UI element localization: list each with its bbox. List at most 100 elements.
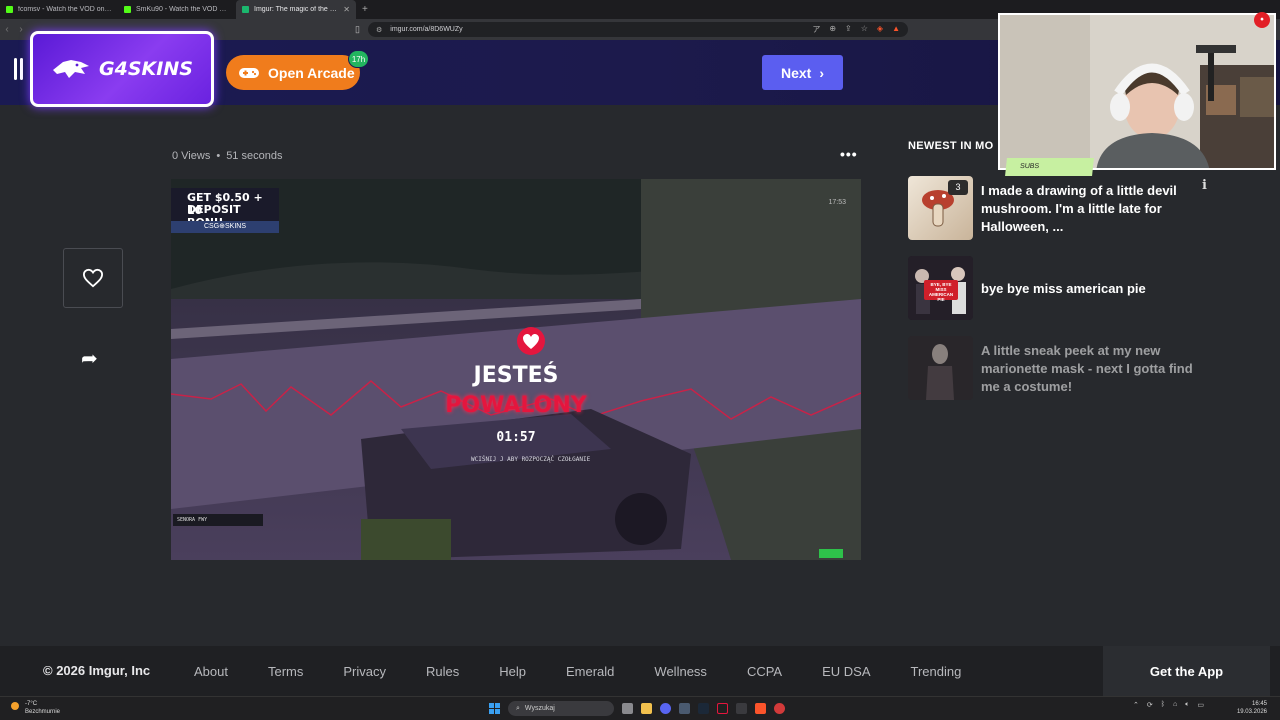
capcut-icon[interactable] (717, 703, 728, 714)
webcam-overlay (998, 13, 1276, 170)
footer-link-wellness[interactable]: Wellness (654, 664, 707, 679)
tab-label: Imgur: The magic of the Internet (254, 6, 338, 13)
bookmark-star-icon[interactable]: ☆ (861, 24, 868, 35)
footer-link-emerald[interactable]: Emerald (566, 664, 614, 679)
sidebar-heading: NEWEST IN MO (908, 140, 994, 152)
sponsor-logo: G4SKINS (30, 31, 214, 107)
search-icon: ⌕ (516, 704, 520, 712)
file-explorer-icon[interactable] (641, 703, 652, 714)
video-corner-time: 17:53 (828, 199, 846, 206)
imgur-logo-icon[interactable] (14, 58, 24, 80)
system-tray: ⌃ ⟳ ᛒ ⌂ 🔈︎ ▭ (1133, 701, 1204, 709)
edge-icon[interactable] (679, 703, 690, 714)
sidebar-post[interactable]: 3 I made a drawing of a little devil mus… (908, 176, 1208, 240)
tab-label: SmKu90 - Watch the VOD on Kick (136, 6, 230, 13)
subs-badge: SUBS (1005, 158, 1094, 176)
brave-rewards-icon[interactable]: ▲ (892, 24, 900, 35)
new-tab-icon[interactable]: + (356, 4, 368, 15)
footer-link-help[interactable]: Help (499, 664, 526, 679)
share-arrow-icon[interactable]: ➦ (81, 346, 98, 371)
steam-icon[interactable] (698, 703, 709, 714)
imgur-favicon-icon (242, 6, 249, 13)
close-tab-icon[interactable]: ✕ (343, 5, 350, 14)
brave-shield-icon[interactable]: ◈ (877, 24, 883, 35)
meta-separator: • (216, 150, 221, 162)
weather-widget[interactable]: -7°C Bezchmurnie (11, 700, 60, 716)
clock-date: 19.03.2026 (1236, 709, 1267, 715)
system-clock[interactable]: 16:45 19.03.2026 (1229, 700, 1267, 716)
taskbar-search[interactable]: ⌕ Wyszukaj (508, 701, 614, 716)
sync-icon[interactable]: ⟳ (1147, 701, 1153, 709)
footer-links: About Terms Privacy Rules Help Emerald W… (194, 664, 1001, 679)
url-field[interactable]: ⚙ imgur.com/a/8D6WUZy ア ⊕ ⇪ ☆ ◈ ▲ (368, 22, 908, 37)
footer-link-privacy[interactable]: Privacy (343, 664, 386, 679)
xbox-icon[interactable] (736, 703, 747, 714)
mask-photo-image (908, 336, 973, 400)
video-street-name: SENORA FWY (173, 514, 263, 526)
share-icon[interactable]: ⇪ (845, 24, 852, 35)
battery-icon[interactable]: ▭ (1197, 701, 1204, 709)
footer-link-trending[interactable]: Trending (911, 664, 962, 679)
footer-link-ccpa[interactable]: CCPA (747, 664, 782, 679)
post-title[interactable]: bye bye miss american pie (981, 256, 1206, 320)
translate-icon[interactable]: ア (812, 24, 820, 35)
footer-link-eu-dsa[interactable]: EU DSA (822, 664, 870, 679)
taskbar-apps: ⌕ Wyszukaj (489, 701, 785, 716)
next-post-button[interactable]: Next › (762, 55, 843, 90)
record-indicator-icon: ⏺ (1254, 12, 1270, 28)
site-footer: © 2026 Imgur, Inc About Terms Privacy Ru… (0, 646, 1280, 696)
video-text-jestes: JESTEŚ (473, 363, 559, 388)
info-icon[interactable]: i (1202, 178, 1207, 193)
network-icon[interactable]: ⌂ (1173, 701, 1177, 709)
bookmark-icon[interactable]: ▯ (355, 24, 360, 35)
search-placeholder: Wyszukaj (524, 705, 555, 712)
omnibox-actions: ア ⊕ ⇪ ☆ ◈ ▲ (812, 24, 900, 35)
footer-link-rules[interactable]: Rules (426, 664, 459, 679)
video-promo-banner: GET $0.50 + 10 DEPOSIT BONU CSG⊕SKINS (171, 188, 279, 233)
os-taskbar: -7°C Bezchmurnie ⌕ Wyszukaj ⌃ ⟳ ᛒ ⌂ 🔈︎ ▭… (0, 696, 1280, 720)
task-view-icon[interactable] (622, 703, 633, 714)
brave-icon[interactable] (755, 703, 766, 714)
chevron-up-icon[interactable]: ⌃ (1133, 701, 1139, 709)
image-count-badge: 3 (948, 180, 968, 195)
clock-time: 16:45 (1251, 701, 1267, 707)
sun-icon (11, 702, 19, 710)
kick-favicon-icon (6, 6, 13, 13)
post-thumbnail[interactable]: BYE, BYE MISS AMERICAN PIE (908, 256, 973, 320)
tab-imgur[interactable]: Imgur: The magic of the Internet ✕ (236, 0, 356, 19)
chevron-right-icon: › (819, 64, 825, 81)
favorite-button[interactable] (63, 248, 123, 308)
tab-kick-2[interactable]: SmKu90 - Watch the VOD on Kick (118, 0, 236, 19)
site-info-icon[interactable]: ⚙ (376, 26, 382, 34)
promo-site: CSG⊕SKINS (171, 221, 279, 233)
post-title[interactable]: A little sneak peek at my new marionette… (981, 336, 1206, 400)
volume-icon[interactable]: 🔈︎ (1185, 701, 1189, 709)
tab-label: fcomsv - Watch the VOD on Kick (18, 6, 112, 13)
back-icon[interactable]: ‹ (0, 24, 14, 35)
bluetooth-icon[interactable]: ᛒ (1161, 701, 1165, 709)
post-video[interactable]: GET $0.50 + 10 DEPOSIT BONU CSG⊕SKINS 17… (171, 179, 861, 560)
more-options-icon[interactable]: ••• (840, 146, 858, 162)
footer-link-about[interactable]: About (194, 664, 228, 679)
tab-kick-1[interactable]: fcomsv - Watch the VOD on Kick (0, 0, 118, 19)
post-meta: 0 Views • 51 seconds (172, 150, 282, 162)
open-arcade-button[interactable]: Open Arcade (226, 55, 360, 90)
gamepad-icon (239, 67, 259, 78)
video-hint: WCIŚNIJ J ABY ROZPOCZĄĆ CZOŁGANIE (471, 456, 591, 463)
discord-icon[interactable] (660, 703, 671, 714)
sidebar-post[interactable]: A little sneak peek at my new marionette… (908, 336, 1208, 400)
zoom-icon[interactable]: ⊕ (829, 24, 836, 35)
post-thumbnail[interactable]: 3 (908, 176, 973, 240)
obs-icon[interactable] (774, 703, 785, 714)
heart-icon (82, 268, 104, 288)
windows-start-icon[interactable] (489, 703, 500, 714)
post-title[interactable]: I made a drawing of a little devil mushr… (981, 176, 1206, 240)
sidebar-post[interactable]: BYE, BYE MISS AMERICAN PIE bye bye miss … (908, 256, 1208, 320)
forward-icon[interactable]: › (14, 24, 28, 35)
post-age: 51 seconds (226, 150, 283, 162)
get-the-app-button[interactable]: Get the App (1103, 646, 1270, 696)
screen: fcomsv - Watch the VOD on Kick SmKu90 - … (0, 0, 1280, 720)
copyright: © 2026 Imgur, Inc (43, 663, 151, 678)
footer-link-terms[interactable]: Terms (268, 664, 303, 679)
post-thumbnail[interactable] (908, 336, 973, 400)
